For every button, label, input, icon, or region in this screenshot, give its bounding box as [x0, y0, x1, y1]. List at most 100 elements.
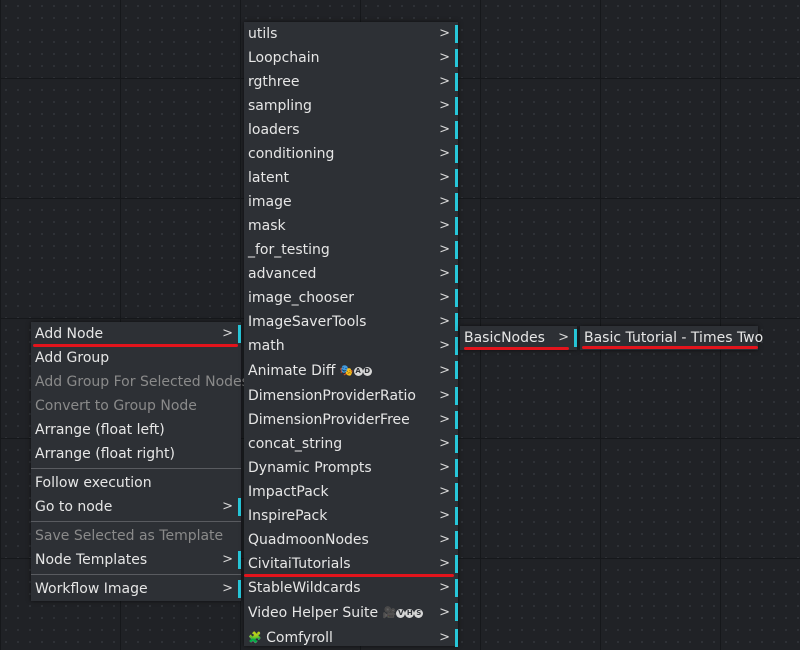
category-item-dimensionproviderratio[interactable]: DimensionProviderRatio > [244, 384, 458, 408]
menu-item-label: rgthree [248, 74, 300, 90]
menu-item-go-to-node[interactable]: Go to node > [31, 495, 241, 519]
menu-item-add-group[interactable]: Add Group [31, 346, 241, 370]
menu-item-label: ImpactPack [248, 484, 329, 500]
menu-item-label: Video Helper Suite [248, 605, 379, 621]
menu-item-label: StableWildcards [248, 580, 361, 596]
chevron-right-icon: > [439, 74, 450, 89]
category-item-mask[interactable]: mask > [244, 214, 458, 238]
menu-item-label: conditioning [248, 146, 335, 162]
menu-separator [31, 574, 241, 575]
chevron-right-icon: > [439, 242, 450, 257]
badge-s: S [414, 608, 424, 618]
category-item-sampling[interactable]: sampling > [244, 94, 458, 118]
menu-item-label: InspirePack [248, 508, 328, 524]
category-item-dimensionproviderfree[interactable]: DimensionProviderFree > [244, 408, 458, 432]
category-item-latent[interactable]: latent > [244, 166, 458, 190]
highlight-underline-civitaitutorials [244, 574, 454, 577]
chevron-right-icon: > [439, 388, 450, 403]
film-camera-icon: 🎥 [382, 606, 397, 619]
category-item-quadmoonnodes[interactable]: QuadmoonNodes > [244, 528, 458, 552]
category-item-video-helper-suite[interactable]: Video Helper Suite 🎥 V H S > [244, 600, 458, 626]
category-item-loaders[interactable]: loaders > [244, 118, 458, 142]
menu-item-label: Go to node [35, 499, 113, 515]
menu-item-label: latent [248, 170, 289, 186]
chevron-right-icon: > [439, 460, 450, 475]
menu-item-arrange-right[interactable]: Arrange (float right) [31, 442, 241, 466]
canvas-context-menu: Add Node > Add Group Add Group For Select… [31, 322, 249, 601]
chevron-right-icon: > [439, 26, 450, 41]
menu-item-label: mask [248, 218, 286, 234]
chevron-right-icon: > [222, 326, 233, 341]
chevron-right-icon: > [439, 170, 450, 185]
category-item-loopchain[interactable]: Loopchain > [244, 46, 458, 70]
chevron-right-icon: > [439, 556, 450, 571]
menu-item-arrange-left[interactable]: Arrange (float left) [31, 418, 241, 442]
menu-item-follow-execution[interactable]: Follow execution [31, 471, 241, 495]
chevron-right-icon: > [439, 363, 450, 378]
menu-item-label: DimensionProviderRatio [248, 388, 416, 404]
category-item-concat-string[interactable]: concat_string > [244, 432, 458, 456]
category-item-for-testing[interactable]: _for_testing > [244, 238, 458, 262]
menu-item-label: Animate Diff [248, 363, 336, 379]
category-item-utils[interactable]: utils > [244, 22, 458, 46]
category-item-civitaitutorials[interactable]: CivitaiTutorials > [244, 552, 458, 576]
puzzle-piece-icon: 🧩 [248, 631, 262, 644]
highlight-underline-basic-tutorial [582, 346, 758, 349]
chevron-right-icon: > [439, 436, 450, 451]
menu-item-label: Save Selected as Template [35, 528, 224, 544]
category-item-conditioning[interactable]: conditioning > [244, 142, 458, 166]
menu-item-convert-to-group-node: Convert to Group Node [31, 394, 241, 418]
category-item-comfyroll[interactable]: 🧩 Comfyroll > [244, 626, 458, 650]
menu-item-label: QuadmoonNodes [248, 532, 369, 548]
menu-item-label: ImageSaverTools [248, 314, 367, 330]
menu-item-label: _for_testing [248, 242, 330, 258]
menu-item-label: Dynamic Prompts [248, 460, 372, 476]
menu-item-node-templates[interactable]: Node Templates > [31, 548, 241, 572]
menu-item-label: Convert to Group Node [35, 398, 197, 414]
chevron-right-icon: > [439, 266, 450, 281]
mask-icon: 🎭 [339, 364, 354, 377]
chevron-right-icon: > [439, 580, 450, 595]
badge-h: H [405, 608, 415, 618]
chevron-right-icon: > [222, 581, 233, 596]
menu-item-label: Loopchain [248, 50, 320, 66]
menu-item-label: math [248, 338, 285, 354]
category-item-image-chooser[interactable]: image_chooser > [244, 286, 458, 310]
menu-separator [31, 521, 241, 522]
menu-separator [31, 468, 241, 469]
chevron-right-icon: > [439, 146, 450, 161]
chevron-right-icon: > [439, 605, 450, 620]
menu-item-label: sampling [248, 98, 312, 114]
highlight-underline-add-node [33, 344, 238, 347]
menu-item-label: CivitaiTutorials [248, 556, 351, 572]
chevron-right-icon: > [439, 218, 450, 233]
category-item-dynamic-prompts[interactable]: Dynamic Prompts > [244, 456, 458, 480]
category-item-stablewildcards[interactable]: StableWildcards > [244, 576, 458, 600]
menu-item-workflow-image[interactable]: Workflow Image > [31, 577, 241, 601]
category-item-rgthree[interactable]: rgthree > [244, 70, 458, 94]
category-item-advanced[interactable]: advanced > [244, 262, 458, 286]
menu-item-label: Workflow Image [35, 581, 148, 597]
category-item-animate-diff[interactable]: Animate Diff 🎭 A D > [244, 358, 458, 384]
category-item-image[interactable]: image > [244, 190, 458, 214]
category-item-imagesavertools[interactable]: ImageSaverTools > [244, 310, 458, 334]
menu-item-add-node[interactable]: Add Node > [31, 322, 241, 346]
chevron-right-icon: > [439, 98, 450, 113]
chevron-right-icon: > [439, 508, 450, 523]
menu-item-label: Add Group [35, 350, 110, 366]
chevron-right-icon: > [439, 412, 450, 427]
chevron-right-icon: > [439, 194, 450, 209]
badge-a: A [353, 366, 363, 376]
menu-item-label: Add Group For Selected Nodes [35, 374, 249, 390]
menu-item-label: image [248, 194, 292, 210]
menu-item-label: Comfyroll [266, 630, 333, 646]
chevron-right-icon: > [439, 314, 450, 329]
badge-d: D [362, 366, 372, 376]
menu-item-label: Add Node [35, 326, 104, 342]
chevron-right-icon: > [439, 338, 450, 353]
category-item-math[interactable]: math > [244, 334, 458, 358]
category-item-impactpack[interactable]: ImpactPack > [244, 480, 458, 504]
category-item-inspirepack[interactable]: InspirePack > [244, 504, 458, 528]
menu-item-label: Node Templates [35, 552, 148, 568]
menu-item-label: BasicNodes [464, 330, 545, 346]
